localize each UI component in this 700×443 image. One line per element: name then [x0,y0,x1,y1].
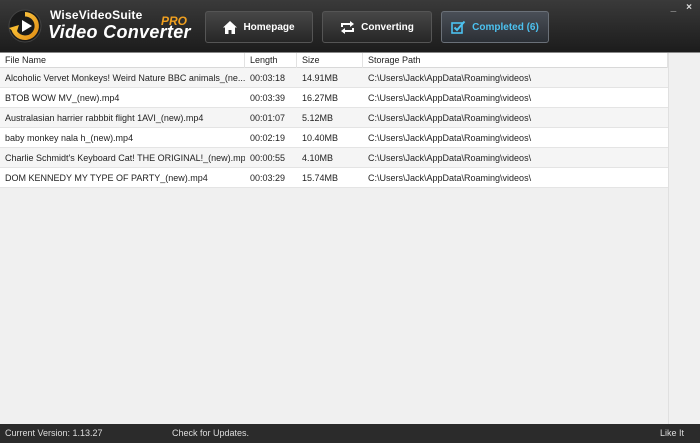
refresh-icon [341,20,355,34]
table-header: File Name Length Size Storage Path [0,53,668,68]
table-row[interactable]: BTOB WOW MV_(new).mp4 00:03:39 16.27MB C… [0,88,668,108]
minimize-button[interactable]: _ [671,3,677,13]
tab-converting[interactable]: Converting [322,11,432,43]
status-bar: Current Version: 1.13.27 Check for Updat… [0,424,700,443]
check-for-updates-link[interactable]: Check for Updates. [172,428,249,438]
file-name-cell: baby monkey nala h_(new).mp4 [5,133,134,143]
file-name-cell: BTOB WOW MV_(new).mp4 [5,93,120,103]
tab-homepage-label: Homepage [243,21,295,33]
file-name-cell: Australasian harrier rabbbit flight 1AVI… [5,113,204,123]
size-cell: 14.91MB [302,73,339,83]
tab-converting-label: Converting [361,21,414,33]
file-name-cell: Alcoholic Vervet Monkeys! Weird Nature B… [5,73,245,83]
size-cell: 16.27MB [302,93,339,103]
table-row[interactable]: Alcoholic Vervet Monkeys! Weird Nature B… [0,68,668,88]
window-controls: _ × [671,3,692,13]
checkbox-icon [451,20,466,34]
table-row[interactable]: Australasian harrier rabbbit flight 1AVI… [0,108,668,128]
column-header-length[interactable]: Length [245,53,297,68]
storage-path-cell: C:\Users\Jack\AppData\Roaming\videos\ [368,173,532,183]
home-icon [223,20,238,34]
length-cell: 00:03:39 [250,93,286,103]
storage-path-cell: C:\Users\Jack\AppData\Roaming\videos\ [368,133,532,143]
size-cell: 10.40MB [302,133,339,143]
brand-suite-name: WiseVideoSuite [50,8,143,22]
brand-pro-badge: PRO [161,14,188,28]
tab-completed-label: Completed (6) [472,21,539,33]
length-cell: 00:02:19 [250,133,286,143]
column-header-storage-path[interactable]: Storage Path [363,53,668,68]
size-cell: 15.74MB [302,173,339,183]
length-cell: 00:03:18 [250,73,286,83]
length-cell: 00:03:29 [250,173,286,183]
storage-path-cell: C:\Users\Jack\AppData\Roaming\videos\ [368,113,532,123]
tab-homepage[interactable]: Homepage [205,11,313,43]
table-row[interactable]: Charlie Schmidt's Keyboard Cat! THE ORIG… [0,148,668,168]
title-bar: WiseVideoSuite Video Converter PRO Homep… [0,0,700,52]
file-table-body: Alcoholic Vervet Monkeys! Weird Nature B… [0,68,668,188]
app-logo-icon [8,9,42,43]
table-row[interactable]: DOM KENNEDY MY TYPE OF PARTY_(new).mp4 0… [0,168,668,188]
close-button[interactable]: × [686,3,692,13]
file-name-cell: DOM KENNEDY MY TYPE OF PARTY_(new).mp4 [5,173,208,183]
table-row[interactable]: baby monkey nala h_(new).mp4 00:02:19 10… [0,128,668,148]
column-header-file-name[interactable]: File Name [0,53,245,68]
scrollbar-track[interactable] [668,53,700,425]
size-cell: 5.12MB [302,113,334,123]
column-header-size[interactable]: Size [297,53,363,68]
length-cell: 00:00:55 [250,153,286,163]
completed-list-panel: File Name Length Size Storage Path Alcoh… [0,52,700,425]
storage-path-cell: C:\Users\Jack\AppData\Roaming\videos\ [368,153,532,163]
length-cell: 00:01:07 [250,113,286,123]
tab-completed[interactable]: Completed (6) [441,11,549,43]
current-version-text: Current Version: 1.13.27 [5,428,103,438]
storage-path-cell: C:\Users\Jack\AppData\Roaming\videos\ [368,93,532,103]
file-name-cell: Charlie Schmidt's Keyboard Cat! THE ORIG… [5,153,245,163]
like-it-link[interactable]: Like It [660,428,684,438]
size-cell: 4.10MB [302,153,334,163]
storage-path-cell: C:\Users\Jack\AppData\Roaming\videos\ [368,73,532,83]
